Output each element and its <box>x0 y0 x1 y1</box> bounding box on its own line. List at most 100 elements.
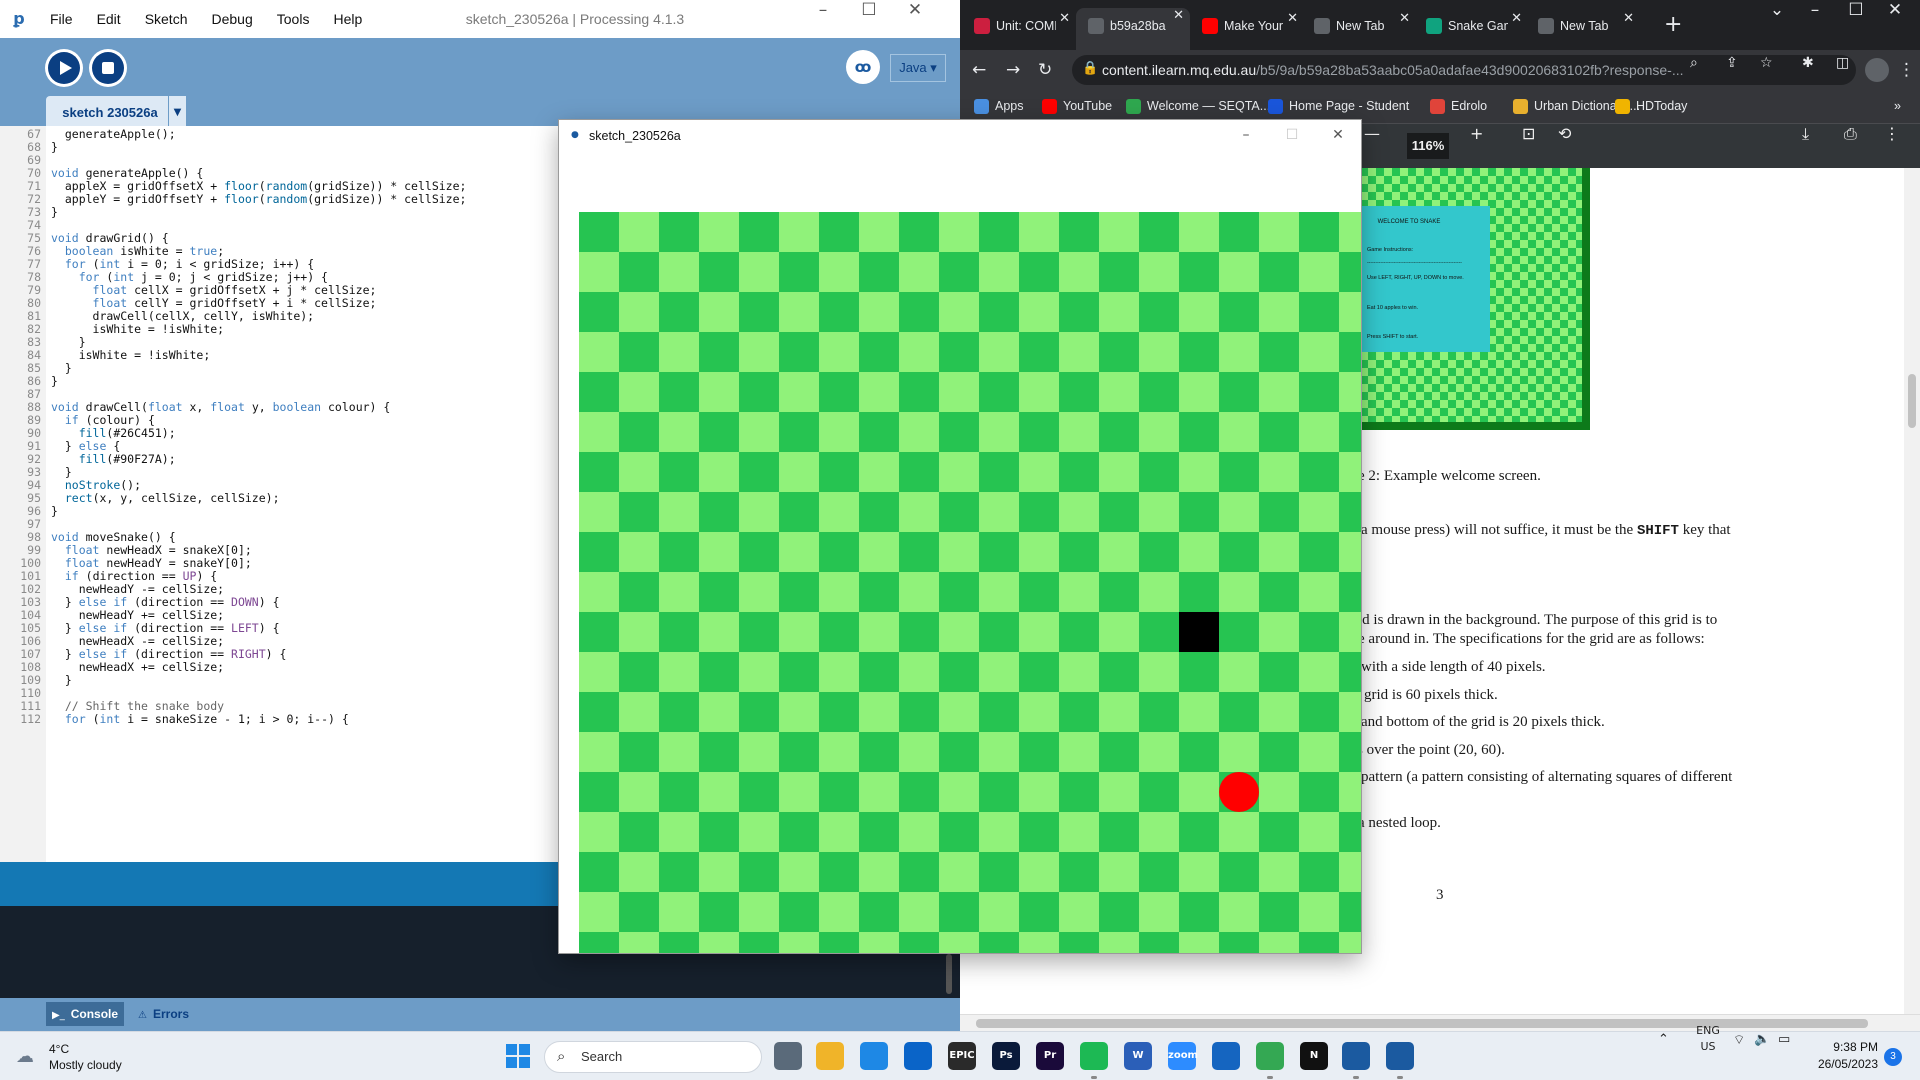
bookmark-item[interactable]: YouTube <box>1042 90 1112 123</box>
bookmark-item[interactable]: Welcome — SEQTA... <box>1126 90 1270 123</box>
fit-page-icon[interactable]: ⊡ <box>1522 124 1535 143</box>
word-icon[interactable]: W <box>1124 1042 1152 1070</box>
minimize-icon[interactable]: – <box>1223 120 1269 152</box>
menu-file[interactable]: File <box>38 0 85 38</box>
chrome-icon[interactable] <box>1256 1042 1284 1070</box>
menu-edit[interactable]: Edit <box>85 0 133 38</box>
volume-icon[interactable]: 🔈 <box>1754 1032 1770 1080</box>
pdf-scroll-thumb[interactable] <box>1908 374 1916 428</box>
notification-badge[interactable]: 3 <box>1884 1048 1902 1066</box>
browser-tab[interactable]: New Tab ✕ <box>1302 11 1416 39</box>
notion-icon[interactable]: N <box>1300 1042 1328 1070</box>
task-view-icon[interactable] <box>774 1042 802 1070</box>
bookmark-item[interactable]: Apps <box>974 90 1024 123</box>
tab-close-icon[interactable]: ✕ <box>1511 11 1522 26</box>
debugger-button[interactable]: ꝏ <box>846 50 880 84</box>
rotate-icon[interactable]: ⟲ <box>1558 124 1571 143</box>
wifi-icon[interactable]: ⌔ <box>1733 1032 1745 1080</box>
back-icon[interactable]: ← <box>972 56 986 84</box>
close-icon[interactable]: ✕ <box>1874 0 1916 38</box>
more-bookmarks-icon[interactable]: » <box>1894 90 1901 123</box>
premiere-pro-icon[interactable]: Pr <box>1036 1042 1064 1070</box>
share-icon[interactable]: ⇪ <box>1726 55 1738 71</box>
sketch-canvas[interactable] <box>559 152 1361 953</box>
tab-close-icon[interactable]: ✕ <box>1173 8 1184 23</box>
browser-tab[interactable]: Make Your ✕ <box>1190 11 1304 39</box>
download-icon[interactable]: ⤓ <box>1802 124 1809 144</box>
bookmark-item[interactable]: HDToday <box>1615 90 1687 123</box>
console-scrollbar[interactable] <box>946 954 952 994</box>
tab-close-icon[interactable]: ✕ <box>1623 11 1634 26</box>
spotify-icon[interactable] <box>1080 1042 1108 1070</box>
processing-icon[interactable] <box>1342 1042 1370 1070</box>
new-tab-icon[interactable]: + <box>1664 12 1682 38</box>
bookmark-star-icon[interactable]: ☆ <box>1760 55 1773 71</box>
grid-cell <box>1179 412 1219 452</box>
menu-sketch[interactable]: Sketch <box>133 0 200 38</box>
tab-menu-arrow-icon[interactable]: ▼ <box>168 96 186 130</box>
profile-avatar[interactable] <box>1865 58 1889 82</box>
tray-overflow-icon[interactable]: ⌃ <box>1658 1032 1669 1080</box>
epic-games-icon[interactable]: EPIC <box>948 1042 976 1070</box>
tab-close-icon[interactable]: ✕ <box>1287 11 1298 26</box>
extensions-icon[interactable]: ✱ <box>1802 55 1814 71</box>
menu-tools[interactable]: Tools <box>265 0 322 38</box>
mode-selector[interactable]: Java ▾ <box>890 54 946 82</box>
chrome-menu-icon[interactable]: ⋮ <box>1898 56 1915 84</box>
maximize-icon[interactable]: ☐ <box>1838 0 1874 38</box>
grid-cell <box>1299 332 1339 372</box>
browser-tab[interactable]: Snake Game✕ <box>1414 11 1528 39</box>
sketch-running-icon[interactable] <box>1386 1042 1414 1070</box>
battery-icon[interactable]: ▭ <box>1778 1032 1790 1080</box>
browser-tab[interactable]: New Tab ✕ <box>1526 11 1640 39</box>
grid-cell <box>699 612 739 652</box>
taskbar-search[interactable]: ⌕ Search <box>544 1041 762 1073</box>
print-icon[interactable]: ⎙ <box>1844 124 1857 144</box>
forward-icon[interactable]: → <box>1006 56 1020 84</box>
tab-close-icon[interactable]: ✕ <box>1399 11 1410 26</box>
browser-tab[interactable]: b59a28ba ✕ <box>1076 8 1190 50</box>
start-button[interactable] <box>506 1044 530 1068</box>
zoom-lens-icon[interactable]: ⌕ <box>1690 55 1698 71</box>
reload-icon[interactable]: ↻ <box>1038 56 1052 84</box>
omnibox[interactable]: 🔒 content.ilearn.mq.edu.au/b5/9a/b59a28b… <box>1072 55 1856 85</box>
close-icon[interactable]: ✕ <box>1315 120 1361 152</box>
photoshop-icon[interactable]: Ps <box>992 1042 1020 1070</box>
tab-close-icon[interactable]: ✕ <box>1059 11 1070 26</box>
browser-tab[interactable]: Unit: COMP✕ <box>962 11 1076 39</box>
maximize-icon[interactable]: ☐ <box>1269 120 1315 152</box>
zoom-level[interactable]: 116% <box>1407 133 1449 159</box>
pdf-vertical-scrollbar[interactable] <box>1904 168 1920 1014</box>
zoom-in-icon[interactable]: + <box>1470 124 1483 143</box>
tab-sketch[interactable]: sketch 230526a <box>46 96 174 130</box>
bookmark-item[interactable]: Home Page - Student <box>1268 90 1409 123</box>
bookmark-item[interactable]: Edrolo <box>1430 90 1487 123</box>
pdf-page-number: 3 <box>1436 887 1444 903</box>
zoom-icon[interactable]: zoom <box>1168 1042 1198 1070</box>
clock[interactable]: 9:38 PM 26/05/2023 <box>1806 1040 1878 1071</box>
pdf-horizontal-scrollbar[interactable] <box>960 1014 1920 1031</box>
grid-cell <box>579 252 619 292</box>
zoom-out-icon[interactable]: — <box>1364 124 1380 143</box>
news-app-icon[interactable] <box>1212 1042 1240 1070</box>
pdf-more-icon[interactable]: ⋮ <box>1884 124 1900 143</box>
pdf-hscroll-thumb[interactable] <box>976 1019 1868 1028</box>
tab-console[interactable]: ▶_ Console <box>46 1002 125 1026</box>
close-icon[interactable]: ✕ <box>892 0 938 38</box>
run-button[interactable] <box>45 49 83 87</box>
minimize-icon[interactable]: – <box>800 0 846 38</box>
file-explorer-icon[interactable] <box>816 1042 844 1070</box>
pdf-bullet-1: with a side length of 40 pixels. <box>1361 659 1546 675</box>
tab-search-icon[interactable]: ⌄ <box>1762 0 1792 38</box>
grid-cell <box>979 932 1019 953</box>
menu-debug[interactable]: Debug <box>200 0 265 38</box>
microsoft-store-icon[interactable] <box>860 1042 888 1070</box>
mail-icon[interactable] <box>904 1042 932 1070</box>
lang-line-2[interactable]: US <box>1690 1040 1726 1080</box>
stop-button[interactable] <box>89 49 127 87</box>
side-panel-icon[interactable]: ◫ <box>1836 55 1849 71</box>
maximize-icon[interactable]: ☐ <box>846 0 892 38</box>
tab-errors[interactable]: ⚠ Errors <box>132 1002 195 1026</box>
minimize-icon[interactable]: – <box>1792 0 1838 38</box>
menu-help[interactable]: Help <box>321 0 374 38</box>
